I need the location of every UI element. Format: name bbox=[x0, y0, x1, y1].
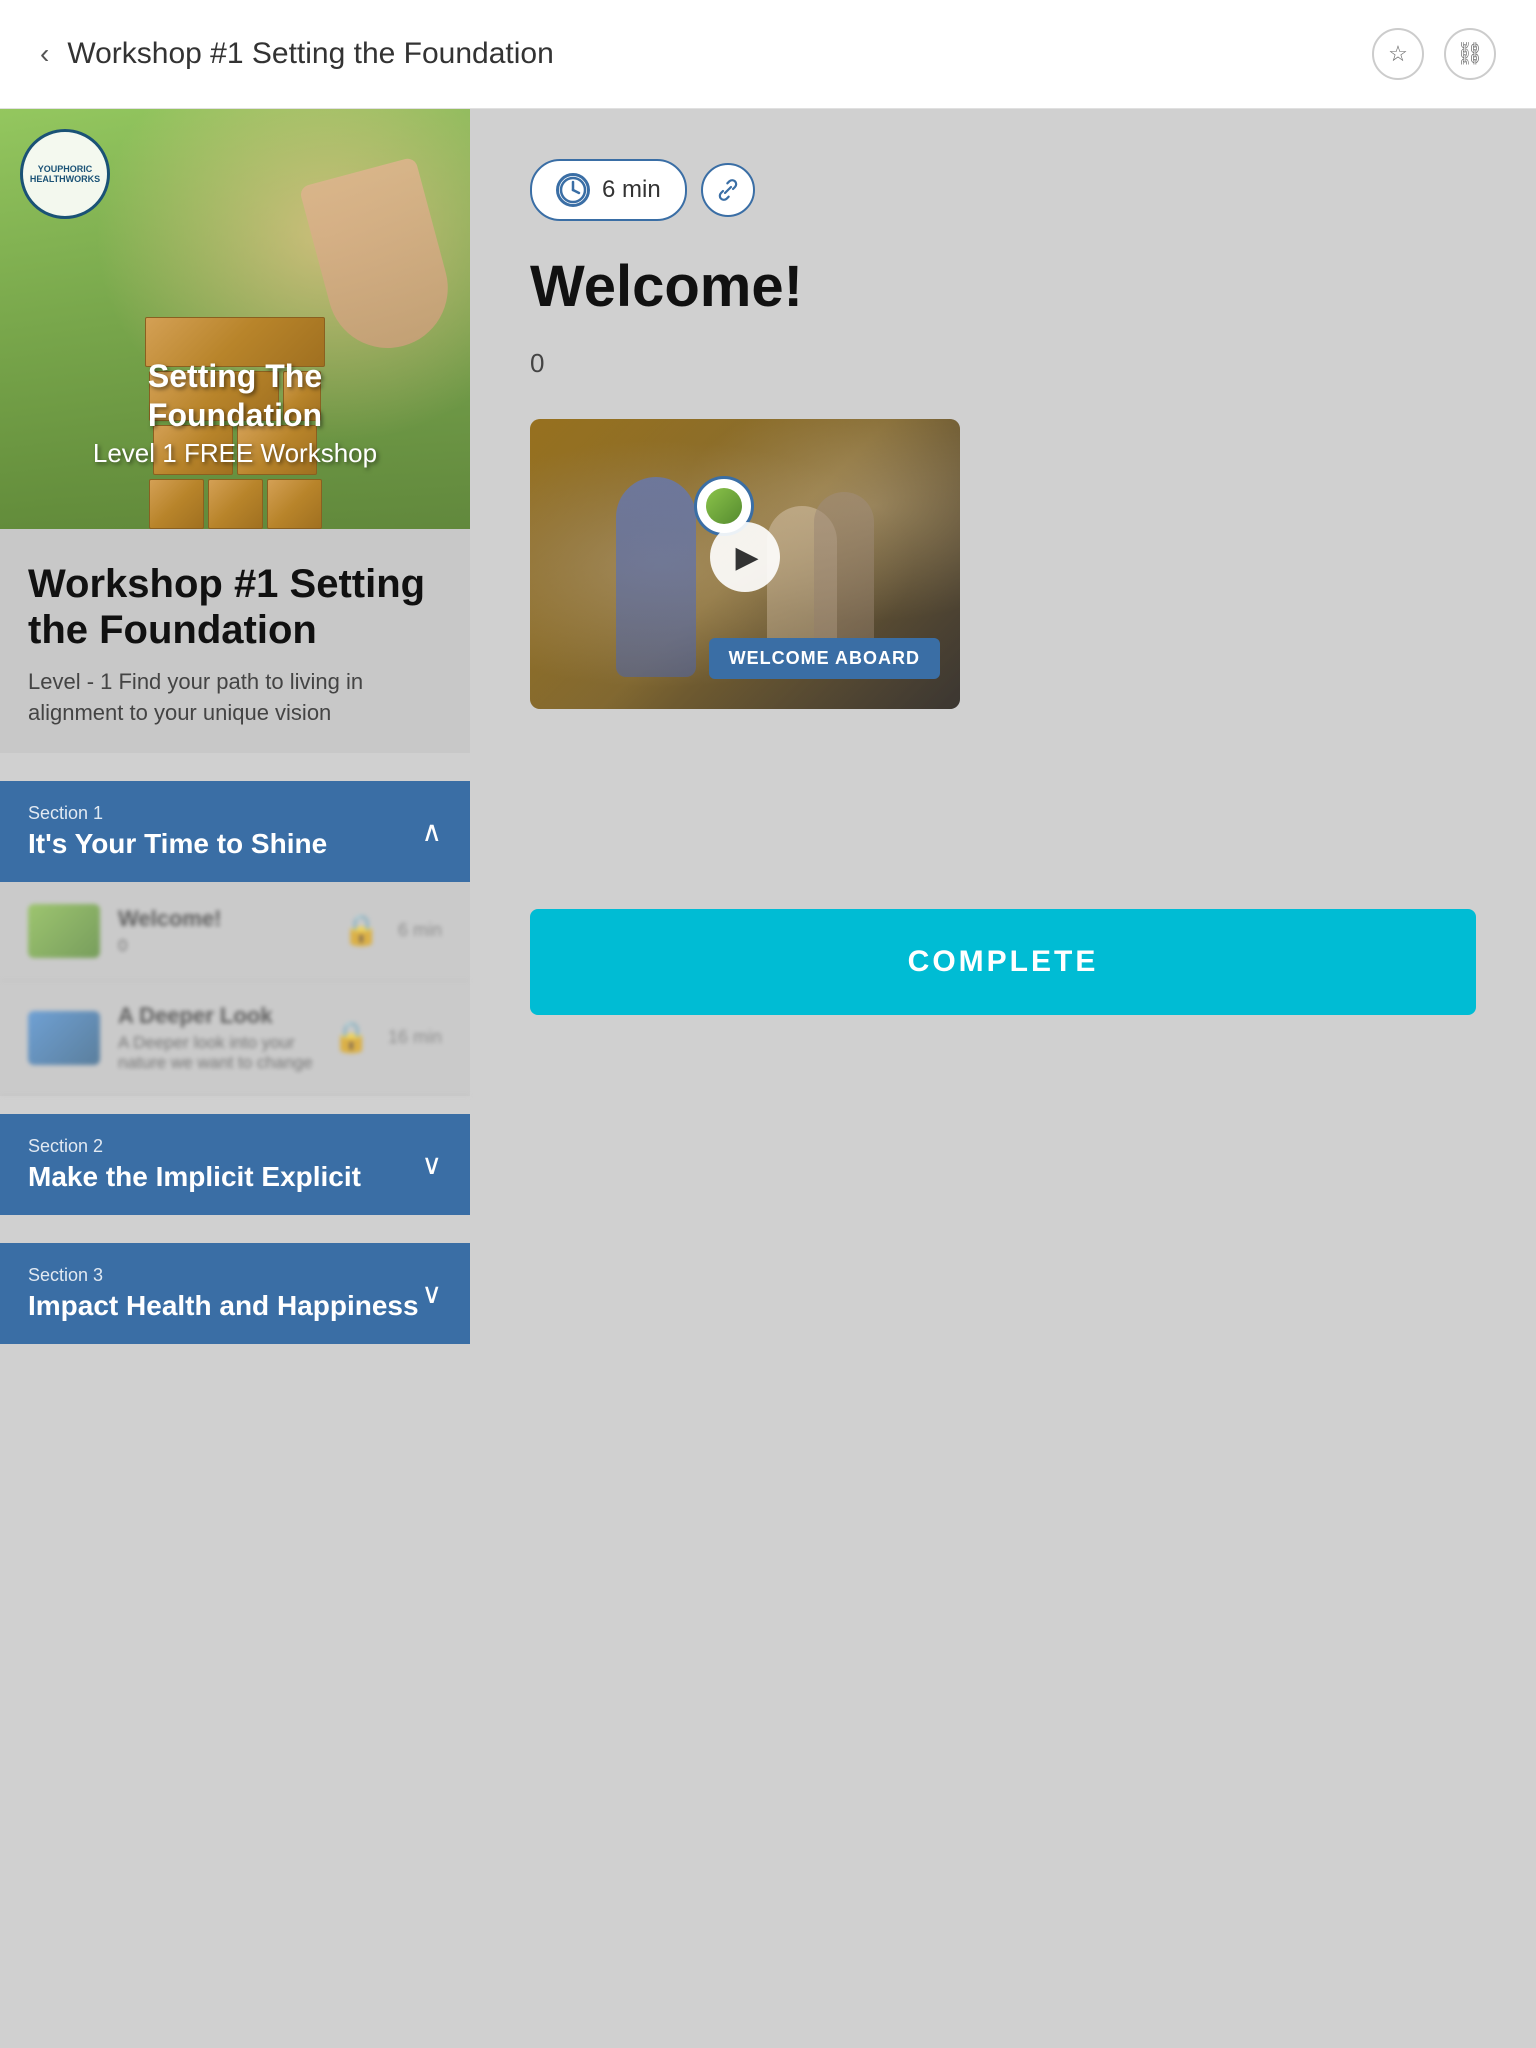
header-title: Workshop #1 Setting the Foundation bbox=[67, 37, 553, 71]
content-zero: 0 bbox=[530, 348, 1476, 379]
hero-image: YOUPHORIC HEALTHWORKS bbox=[0, 109, 470, 529]
bookmark-icon: ☆ bbox=[1388, 41, 1408, 67]
time-badge: 6 min bbox=[530, 159, 687, 221]
lesson-info: Welcome! 0 bbox=[118, 906, 325, 956]
section-1-number: Section 1 bbox=[28, 803, 327, 824]
time-label: 6 min bbox=[602, 176, 661, 204]
lesson-item-deeper[interactable]: A Deeper Look A Deeper look into your na… bbox=[0, 981, 470, 1096]
section-1-chevron: ∧ bbox=[422, 815, 443, 848]
play-icon: ▶ bbox=[735, 540, 758, 575]
spacer bbox=[530, 709, 1476, 869]
share-button[interactable]: ⛓ bbox=[1444, 28, 1496, 80]
section-3-info: Section 3 Impact Health and Happiness bbox=[28, 1265, 419, 1322]
lesson-thumb bbox=[28, 904, 100, 958]
hero-subtitle: Level 1 FREE Workshop bbox=[75, 438, 395, 469]
lesson-thumb-2 bbox=[28, 1011, 100, 1065]
block bbox=[208, 479, 263, 529]
hero-title-line1: Setting The Foundation bbox=[75, 357, 395, 434]
lesson-duration: 6 min bbox=[398, 920, 442, 941]
hero-logo: YOUPHORIC HEALTHWORKS bbox=[20, 129, 110, 219]
section-3-number: Section 3 bbox=[28, 1265, 419, 1286]
block bbox=[267, 479, 322, 529]
lesson-item-welcome[interactable]: Welcome! 0 🔒 6 min bbox=[0, 882, 470, 981]
workshop-subtitle: Level - 1 Find your path to living in al… bbox=[28, 667, 442, 729]
complete-button[interactable]: COMPLETE bbox=[530, 909, 1476, 1015]
welcome-heading: Welcome! bbox=[530, 253, 1476, 320]
section-3-chevron: ∨ bbox=[422, 1277, 443, 1310]
lesson-name: Welcome! bbox=[118, 906, 325, 932]
workshop-title: Workshop #1 Setting the Foundation bbox=[28, 561, 442, 653]
lesson-desc-2: A Deeper look into your nature we want t… bbox=[118, 1033, 315, 1073]
hero-text-overlay: Setting The Foundation Level 1 FREE Work… bbox=[75, 357, 395, 469]
complete-btn-area: COMPLETE bbox=[530, 909, 1476, 1015]
video-thumbnail[interactable]: ▶ WELCOME ABOARD bbox=[530, 419, 960, 709]
main-content: YOUPHORIC HEALTHWORKS bbox=[0, 109, 1536, 1344]
lock-icon-2: 🔒 bbox=[333, 1020, 370, 1055]
lesson-desc: 0 bbox=[118, 936, 325, 956]
lock-icon: 🔒 bbox=[343, 913, 380, 948]
clock-icon bbox=[556, 173, 590, 207]
header-icons: ☆ ⛓ bbox=[1372, 28, 1496, 80]
header-left: ‹ Workshop #1 Setting the Foundation bbox=[40, 37, 554, 71]
logo-text: YOUPHORIC HEALTHWORKS bbox=[30, 164, 100, 184]
back-button[interactable]: ‹ bbox=[40, 38, 49, 70]
lesson-info-2: A Deeper Look A Deeper look into your na… bbox=[118, 1003, 315, 1073]
lesson-duration-2: 16 min bbox=[388, 1027, 442, 1048]
section-3-header[interactable]: Section 3 Impact Health and Happiness ∨ bbox=[0, 1243, 470, 1344]
play-button[interactable]: ▶ bbox=[710, 522, 780, 592]
left-panel: YOUPHORIC HEALTHWORKS bbox=[0, 109, 470, 1344]
bookmark-button[interactable]: ☆ bbox=[1372, 28, 1424, 80]
section-1-header[interactable]: Section 1 It's Your Time to Shine ∧ bbox=[0, 781, 470, 882]
workshop-title-area: Workshop #1 Setting the Foundation Level… bbox=[0, 529, 470, 753]
section-1-content: Welcome! 0 🔒 6 min A Deeper Look A Deepe… bbox=[0, 882, 470, 1096]
section-2-header[interactable]: Section 2 Make the Implicit Explicit ∨ bbox=[0, 1114, 470, 1215]
section-2-chevron: ∨ bbox=[422, 1148, 443, 1181]
share-icon: ⛓ bbox=[1456, 41, 1484, 67]
content-meta: 6 min bbox=[530, 159, 1476, 221]
welcome-aboard-banner: WELCOME ABOARD bbox=[709, 638, 940, 679]
section-1-title: It's Your Time to Shine bbox=[28, 828, 327, 860]
right-panel: 6 min Welcome! 0 ▶ bbox=[470, 109, 1536, 1344]
block-row-4 bbox=[149, 479, 322, 529]
lesson-name-2: A Deeper Look bbox=[118, 1003, 315, 1029]
section-2-info: Section 2 Make the Implicit Explicit bbox=[28, 1136, 361, 1193]
section-1-info: Section 1 It's Your Time to Shine bbox=[28, 803, 327, 860]
link-button[interactable] bbox=[701, 163, 755, 217]
block bbox=[149, 479, 204, 529]
section-2-title: Make the Implicit Explicit bbox=[28, 1161, 361, 1193]
header: ‹ Workshop #1 Setting the Foundation ☆ ⛓ bbox=[0, 0, 1536, 109]
section-2-number: Section 2 bbox=[28, 1136, 361, 1157]
section-3-title: Impact Health and Happiness bbox=[28, 1290, 419, 1322]
